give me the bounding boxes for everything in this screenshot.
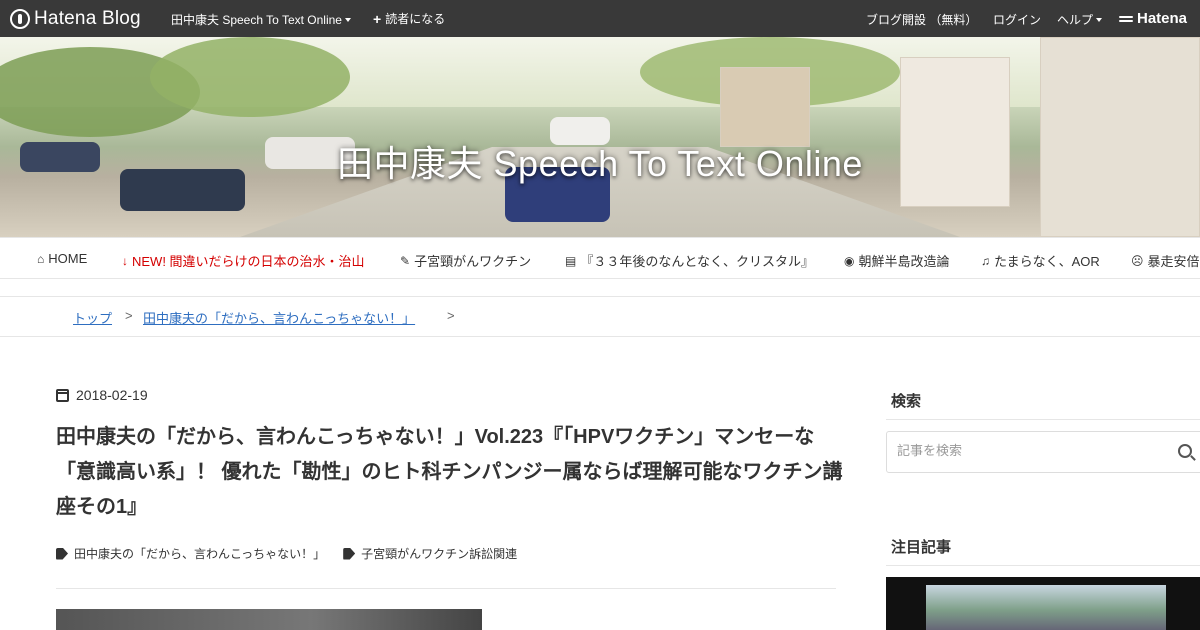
caret-down-icon [344, 17, 351, 22]
hatena-logo-link[interactable]: Hatena [1119, 10, 1187, 27]
help-label: ヘルプ [1057, 13, 1094, 27]
blog-menu-label: 田中康夫 Speech To Text Online [171, 13, 342, 27]
open-blog-label: ブログ開設 （無料） [866, 13, 978, 27]
nav-item-abe[interactable]: ☹ 暴走安倍 [1131, 251, 1200, 270]
sort-icon: ↓ [122, 253, 128, 268]
nav-item-crystal[interactable]: ▤ 『３３年後のなんとなく、クリスタル』 [565, 251, 814, 270]
nav-item-home[interactable]: ⌂ HOME [37, 251, 87, 266]
nav-item-aor[interactable]: ♫ たまらなく、AOR [981, 251, 1100, 270]
hatena-mark-icon [1119, 14, 1133, 24]
sidebar-popular-title: 注目記事 [886, 536, 1200, 566]
breadcrumb-top-link[interactable]: トップ [73, 308, 112, 327]
nav-item-label: NEW! 間違いだらけの日本の治水・治山 [132, 254, 365, 269]
breadcrumb-separator: > [125, 308, 133, 323]
popular-entry-thumbnail[interactable] [886, 577, 1200, 630]
hatena-label: Hatena [1137, 10, 1188, 27]
nav-item-korea[interactable]: ◉ 朝鮮半島改造論 [844, 251, 950, 270]
plus-icon: + [373, 10, 382, 27]
article-date[interactable]: 2018-02-19 [56, 387, 148, 403]
subscribe-button[interactable]: + 読者になる [373, 10, 445, 27]
nav-item-label: 子宮頸がんワクチン [414, 254, 532, 269]
open-blog-link[interactable]: ブログ開設 （無料） [866, 11, 977, 28]
article-image [56, 609, 482, 630]
subscribe-label: 読者になる [385, 12, 446, 26]
tag-label: 子宮頸がんワクチン訴訟関連 [361, 547, 518, 561]
book-icon: ▤ [565, 253, 577, 268]
article-title[interactable]: 田中康夫の「だから、言わんこっちゃない！」Vol.223『「HPVワクチン」マン… [56, 420, 846, 525]
nav-item-label: 朝鮮半島改造論 [858, 254, 950, 269]
article-date-text: 2018-02-19 [76, 387, 148, 403]
nav-item-label: 『３３年後のなんとなく、クリスタル』 [580, 254, 814, 269]
login-label: ログイン [993, 13, 1042, 27]
help-dropdown[interactable]: ヘルプ [1057, 11, 1103, 28]
search-icon[interactable] [1178, 444, 1192, 458]
blog-header-image[interactable]: 田中康夫 Speech To Text Online [0, 37, 1200, 237]
nav-item-vaccine[interactable]: ✎ 子宮頸がんワクチン [400, 251, 531, 270]
article-divider [56, 588, 836, 589]
calendar-icon [56, 388, 69, 402]
tag-link[interactable]: 田中康夫の「だから、言わんこっちゃない！」 [56, 545, 325, 562]
music-icon: ♫ [981, 253, 990, 268]
breadcrumb: トップ > 田中康夫の「だから、言わんこっちゃない！」 > [0, 296, 1200, 337]
article-tags: 田中康夫の「だから、言わんこっちゃない！」 子宮頸がんワクチン訴訟関連 [56, 545, 535, 562]
global-header: Hatena Blog 田中康夫 Speech To Text Online +… [0, 0, 1200, 37]
breadcrumb-category-link[interactable]: 田中康夫の「だから、言わんこっちゃない！」 [143, 308, 415, 327]
tag-link[interactable]: 子宮頸がんワクチン訴訟関連 [343, 545, 517, 562]
global-nav: ⌂ HOME ↓ NEW! 間違いだらけの日本の治水・治山 ✎ 子宮頸がんワクチ… [0, 237, 1200, 279]
nav-item-label: たまらなく、AOR [994, 254, 1100, 269]
frown-icon: ☹ [1131, 253, 1144, 268]
site-title[interactable]: 田中康夫 Speech To Text Online [0, 135, 1200, 187]
nav-item-label: 暴走安倍 [1147, 254, 1200, 269]
hatena-blog-logo[interactable]: Hatena Blog [10, 0, 141, 37]
hatena-logo-icon [10, 8, 30, 29]
search-form [886, 431, 1200, 473]
tag-label: 田中康夫の「だから、言わんこっちゃない！」 [74, 547, 326, 561]
home-icon: ⌂ [37, 251, 45, 266]
brand-text: Hatena Blog [34, 7, 141, 29]
caret-down-icon [1096, 17, 1103, 22]
header-tree [150, 37, 350, 117]
sidebar-search-title: 検索 [886, 390, 1200, 420]
tag-icon [56, 547, 68, 560]
search-input[interactable] [897, 443, 1167, 458]
blog-menu-dropdown[interactable]: 田中康夫 Speech To Text Online [171, 11, 351, 28]
tag-icon [343, 547, 356, 560]
login-link[interactable]: ログイン [993, 11, 1041, 28]
eye-icon: ◉ [844, 253, 855, 268]
syringe-icon: ✎ [400, 253, 411, 268]
nav-item-label: HOME [48, 251, 88, 266]
breadcrumb-separator: > [447, 308, 455, 323]
nav-item-chisui[interactable]: ↓ NEW! 間違いだらけの日本の治水・治山 [122, 251, 365, 270]
popular-entry-image [926, 585, 1166, 630]
